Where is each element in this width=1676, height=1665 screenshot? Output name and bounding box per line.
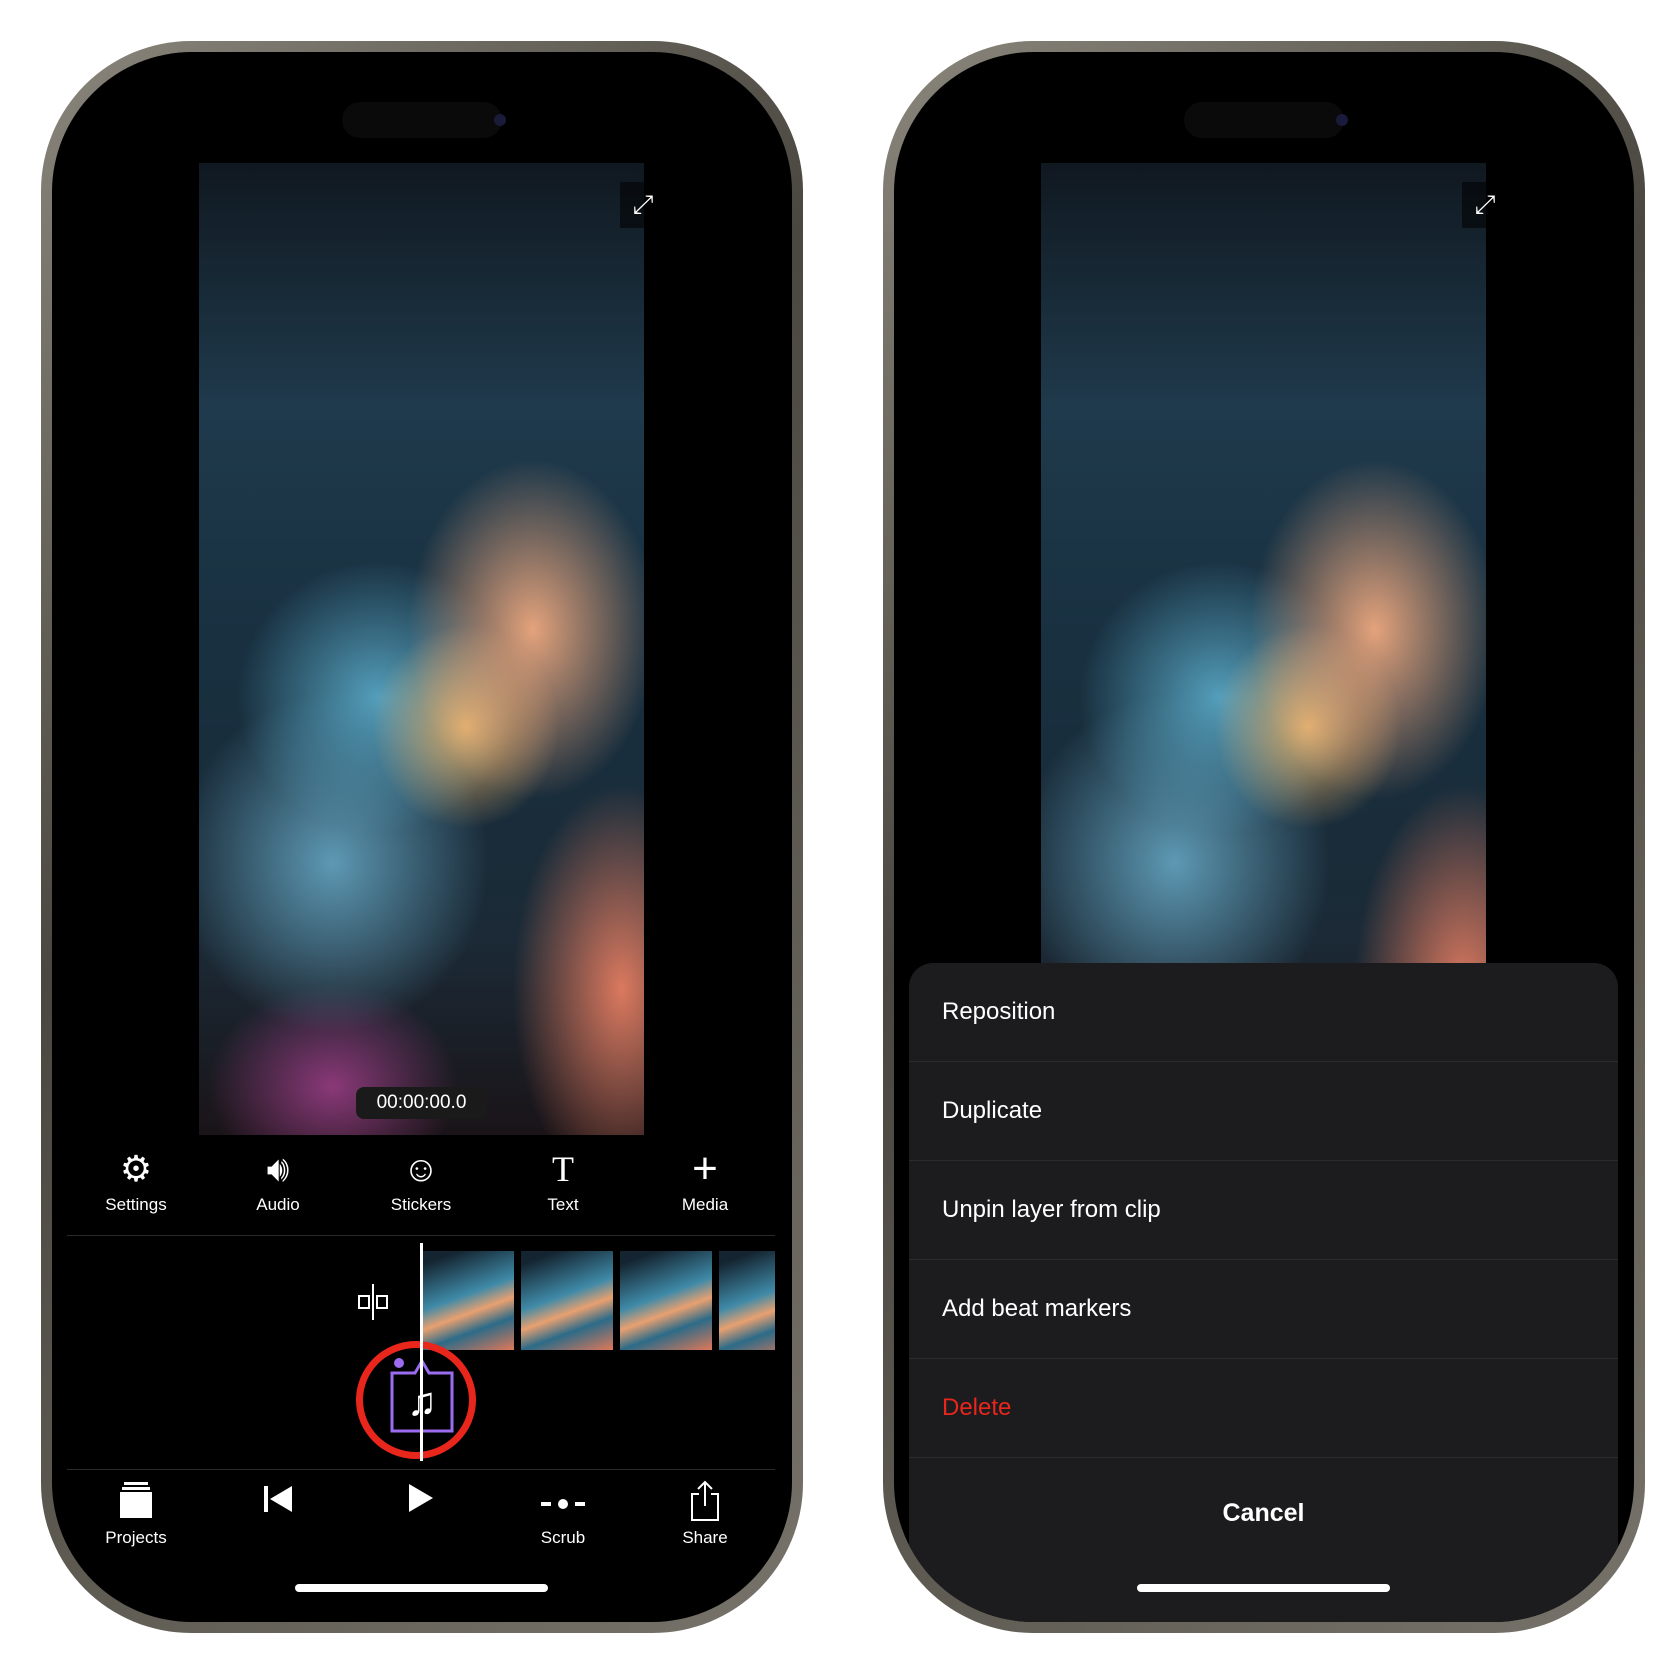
action-label: Add beat markers — [942, 1295, 1132, 1322]
scrub-button[interactable]: Scrub — [503, 1480, 623, 1548]
toolbar-settings[interactable]: ⚙ Settings — [76, 1147, 196, 1215]
toolbar-label: Audio — [256, 1195, 300, 1214]
toolbar-label: Settings — [105, 1195, 167, 1214]
split-icon[interactable] — [357, 1284, 389, 1320]
screen: ⤢ 00:00:00.0 ⚙ Settings 🔊︎ Audio ☺ Stick… — [52, 52, 792, 1622]
toolbar-text[interactable]: T Text — [503, 1147, 623, 1215]
share-icon — [645, 1480, 765, 1524]
text-icon: T — [552, 1149, 574, 1189]
camera — [1336, 114, 1348, 126]
gear-icon: ⚙ — [119, 1148, 153, 1189]
scrub-icon — [503, 1480, 623, 1524]
playhead[interactable] — [420, 1243, 423, 1461]
timecode: 00:00:00.0 — [356, 1087, 487, 1119]
action-label: Unpin layer from clip — [942, 1196, 1161, 1223]
action-add-beat-markers[interactable]: Add beat markers — [909, 1260, 1618, 1359]
skip-back-button[interactable] — [218, 1480, 338, 1524]
cancel-label: Cancel — [1222, 1498, 1305, 1527]
action-sheet: Reposition Duplicate Unpin layer from cl… — [909, 963, 1618, 1622]
action-delete[interactable]: Delete — [909, 1359, 1618, 1458]
action-label: Delete — [942, 1394, 1012, 1421]
action-unpin-layer[interactable]: Unpin layer from clip — [909, 1161, 1618, 1260]
camera — [494, 114, 506, 126]
expand-arrows-icon[interactable]: ⤢ — [620, 182, 666, 228]
toolbar-label: Stickers — [390, 1195, 452, 1214]
home-indicator[interactable] — [295, 1584, 548, 1592]
divider — [67, 1235, 775, 1236]
dynamic-island — [1184, 102, 1344, 138]
home-indicator[interactable] — [1137, 1584, 1390, 1592]
toolbar-audio[interactable]: 🔊︎ Audio — [218, 1147, 338, 1215]
bottom-label: Share — [682, 1528, 728, 1547]
left-phone: ⤢ 00:00:00.0 ⚙ Settings 🔊︎ Audio ☺ Stick… — [41, 41, 803, 1633]
video-preview[interactable] — [199, 163, 644, 1135]
divider — [67, 1469, 775, 1470]
video-clip-track[interactable] — [422, 1251, 775, 1350]
skip-back-icon — [218, 1480, 338, 1524]
expand-arrows-icon[interactable]: ⤢ — [1462, 182, 1508, 228]
smiley-icon: ☺ — [402, 1148, 440, 1189]
bottom-label: Projects — [105, 1528, 167, 1547]
action-duplicate[interactable]: Duplicate — [909, 1062, 1618, 1161]
right-phone: ⤢ Reposition Duplicate Unpin layer from … — [883, 41, 1645, 1633]
play-button[interactable] — [361, 1480, 481, 1524]
screen: ⤢ Reposition Duplicate Unpin layer from … — [894, 52, 1634, 1622]
action-label: Duplicate — [942, 1097, 1043, 1124]
clip-thumbnail — [719, 1251, 775, 1350]
speaker-icon: 🔊︎ — [266, 1148, 290, 1189]
action-label: Reposition — [942, 998, 1056, 1025]
toolbar-stickers[interactable]: ☺ Stickers — [361, 1147, 481, 1215]
toolbar-label: Text — [547, 1195, 579, 1214]
plus-icon: + — [692, 1144, 718, 1193]
clip-thumbnail — [620, 1251, 713, 1350]
bottom-label: Scrub — [540, 1528, 586, 1547]
clip-thumbnail — [422, 1251, 515, 1350]
highlight-circle — [356, 1341, 476, 1459]
share-button[interactable]: Share — [645, 1480, 765, 1548]
toolbar-label: Media — [681, 1195, 729, 1214]
cancel-button[interactable]: Cancel — [909, 1458, 1618, 1568]
projects-stack-icon — [76, 1480, 196, 1524]
clip-thumbnail — [521, 1251, 614, 1350]
dynamic-island — [342, 102, 502, 138]
projects-button[interactable]: Projects — [76, 1480, 196, 1548]
toolbar-media[interactable]: + Media — [645, 1147, 765, 1215]
play-icon — [361, 1480, 481, 1524]
action-reposition[interactable]: Reposition — [909, 963, 1618, 1062]
